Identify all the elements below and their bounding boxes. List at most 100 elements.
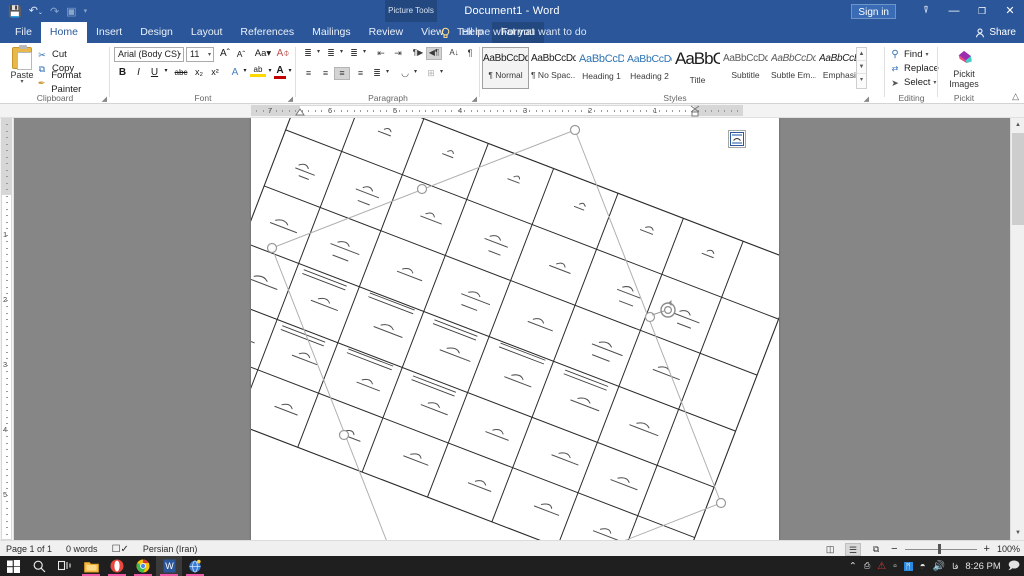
- battery-icon[interactable]: ▫: [893, 561, 897, 572]
- wifi-icon[interactable]: ◓: [920, 561, 926, 572]
- line-spacing-caret-icon[interactable]: ▾: [384, 68, 391, 75]
- sort-icon[interactable]: A↓: [447, 48, 461, 57]
- style-item-subtitle[interactable]: AaBbCcDdEe Subtitle: [722, 47, 769, 89]
- subscript-button[interactable]: x₂: [192, 67, 206, 77]
- style-item-heading1[interactable]: AaBbCcDdEe Heading 1: [578, 47, 625, 89]
- paste-button[interactable]: Paste ▾: [6, 45, 38, 85]
- shrink-font-icon[interactable]: Aˆ: [234, 49, 248, 59]
- paste-dropdown-caret-icon[interactable]: ▾: [6, 79, 38, 85]
- read-mode-view-icon[interactable]: ◫: [822, 543, 838, 556]
- word-count[interactable]: 0 words: [66, 544, 98, 554]
- page-indicator[interactable]: Page 1 of 1: [6, 544, 52, 554]
- document-canvas[interactable]: [14, 118, 1010, 540]
- left-indent-marker-icon[interactable]: [690, 105, 700, 117]
- tab-design[interactable]: Design: [131, 22, 182, 43]
- multilevel-list-icon[interactable]: ≣: [347, 48, 361, 59]
- taskbar-app-word[interactable]: W: [156, 556, 182, 576]
- numbering-caret-icon[interactable]: ▾: [338, 48, 345, 55]
- highlight-caret-icon[interactable]: ▾: [266, 67, 274, 74]
- zoom-out-button[interactable]: −: [891, 543, 897, 555]
- clock[interactable]: 8:26 PM: [965, 561, 1000, 572]
- replace-button[interactable]: ⇄ Replace: [889, 62, 939, 76]
- taskbar-app-chrome[interactable]: [130, 556, 156, 576]
- vertical-ruler[interactable]: 1 2 3 4 5: [0, 118, 14, 540]
- ltr-text-direction-icon[interactable]: ¶▶: [411, 48, 425, 57]
- tab-review[interactable]: Review: [360, 22, 412, 43]
- clear-formatting-icon[interactable]: A⌽: [276, 48, 290, 59]
- bullets-icon[interactable]: ≣: [301, 48, 315, 59]
- print-layout-view-icon[interactable]: ☰: [845, 542, 862, 556]
- bold-button[interactable]: B: [116, 67, 129, 78]
- underline-button[interactable]: U: [148, 67, 161, 78]
- volume-icon[interactable]: 🔊: [933, 561, 945, 572]
- zoom-in-button[interactable]: +: [984, 543, 990, 555]
- clipboard-dialog-launcher-icon[interactable]: ◢: [102, 95, 107, 103]
- align-left-icon[interactable]: ≡: [301, 68, 316, 78]
- multilevel-caret-icon[interactable]: ▾: [361, 48, 368, 55]
- vertical-scrollbar[interactable]: ▲ ▼: [1010, 118, 1024, 540]
- find-button[interactable]: ⚲ Find ▾: [889, 48, 939, 62]
- taskbar-app-file-explorer[interactable]: [78, 556, 104, 576]
- paragraph-dialog-launcher-icon[interactable]: ◢: [472, 95, 477, 103]
- scroll-up-icon[interactable]: ▲: [1011, 118, 1024, 132]
- font-name-combobox[interactable]: Arial (Body CS) ▾: [114, 47, 184, 62]
- taskbar-app-opera[interactable]: [104, 556, 130, 576]
- select-button[interactable]: ➤ Select ▾: [889, 76, 939, 90]
- align-center-icon[interactable]: ≡: [318, 68, 333, 78]
- language-indicator[interactable]: Persian (Iran): [143, 544, 198, 554]
- action-center-icon[interactable]: 🗩: [1008, 557, 1020, 576]
- font-name-caret-icon[interactable]: ▾: [178, 48, 181, 61]
- web-layout-view-icon[interactable]: ⧉: [868, 543, 884, 556]
- font-size-caret-icon[interactable]: ▾: [208, 48, 211, 62]
- font-color-icon[interactable]: A: [274, 65, 286, 79]
- justify-icon[interactable]: ≡: [353, 68, 368, 78]
- document-page[interactable]: [251, 118, 779, 540]
- superscript-button[interactable]: x²: [208, 67, 222, 77]
- styles-gallery-scroll[interactable]: ▲ ▼ ▾: [856, 47, 867, 89]
- style-item-title[interactable]: AaBbCcDdEe Title: [674, 47, 721, 89]
- removable-media-icon[interactable]: ⎙: [864, 561, 870, 571]
- change-case-icon[interactable]: Aa▾: [254, 48, 272, 59]
- show-hidden-icons[interactable]: ⌃: [849, 561, 857, 572]
- style-item-subtle-emphasis[interactable]: AaBbCcDdEe Subtle Em...: [770, 47, 817, 89]
- rtl-text-direction-icon[interactable]: ◀¶: [426, 47, 442, 60]
- tab-layout[interactable]: Layout: [182, 22, 232, 43]
- text-effects-icon[interactable]: A: [228, 67, 242, 78]
- zoom-level[interactable]: 100%: [997, 544, 1020, 554]
- bullets-caret-icon[interactable]: ▾: [315, 48, 322, 55]
- tab-home[interactable]: Home: [40, 22, 87, 43]
- find-caret-icon[interactable]: ▾: [925, 48, 928, 62]
- show-formatting-marks-icon[interactable]: ¶: [464, 48, 476, 58]
- task-view-icon[interactable]: [52, 556, 78, 576]
- italic-button[interactable]: I: [132, 67, 145, 78]
- style-item-no-spacing[interactable]: AaBbCcDdEe ¶ No Spac...: [530, 47, 577, 89]
- borders-icon[interactable]: ⊞: [424, 68, 438, 79]
- font-dialog-launcher-icon[interactable]: ◢: [288, 95, 293, 103]
- style-item-heading2[interactable]: AaBbCcDdEe Heading 2: [626, 47, 673, 89]
- sign-in-button[interactable]: Sign in: [851, 4, 896, 19]
- zoom-slider[interactable]: [904, 543, 977, 555]
- align-right-icon[interactable]: ≡: [334, 67, 350, 80]
- search-icon[interactable]: [26, 556, 52, 576]
- horizontal-ruler[interactable]: 7 6 5 4 3 2 1: [0, 104, 1024, 118]
- styles-scroll-down-icon[interactable]: ▼: [857, 61, 866, 74]
- layout-options-button[interactable]: [728, 130, 746, 148]
- shading-caret-icon[interactable]: ▾: [412, 68, 419, 75]
- font-size-combobox[interactable]: 11 ▾: [186, 47, 214, 62]
- scrollbar-thumb[interactable]: [1012, 133, 1024, 225]
- language-indicator-icon[interactable]: فا: [952, 562, 958, 571]
- cut-button[interactable]: ✂ Cut: [36, 48, 110, 62]
- close-button[interactable]: ✕: [996, 0, 1024, 22]
- styles-more-icon[interactable]: ▾: [857, 74, 866, 87]
- restore-button[interactable]: ❐: [968, 0, 996, 22]
- decrease-indent-icon[interactable]: ⇤: [374, 48, 388, 59]
- format-painter-button[interactable]: ✒ Format Painter: [36, 70, 110, 95]
- grow-font-icon[interactable]: Aˆ: [218, 48, 232, 59]
- text-highlight-color-icon[interactable]: ab: [250, 65, 266, 77]
- proofing-errors-icon[interactable]: ☐✓: [112, 544, 129, 555]
- increase-indent-icon[interactable]: ⇥: [391, 48, 405, 59]
- tab-mailings[interactable]: Mailings: [303, 22, 360, 43]
- tab-file[interactable]: File: [6, 22, 41, 43]
- styles-scroll-up-icon[interactable]: ▲: [857, 48, 866, 61]
- shading-icon[interactable]: ◡: [398, 68, 412, 79]
